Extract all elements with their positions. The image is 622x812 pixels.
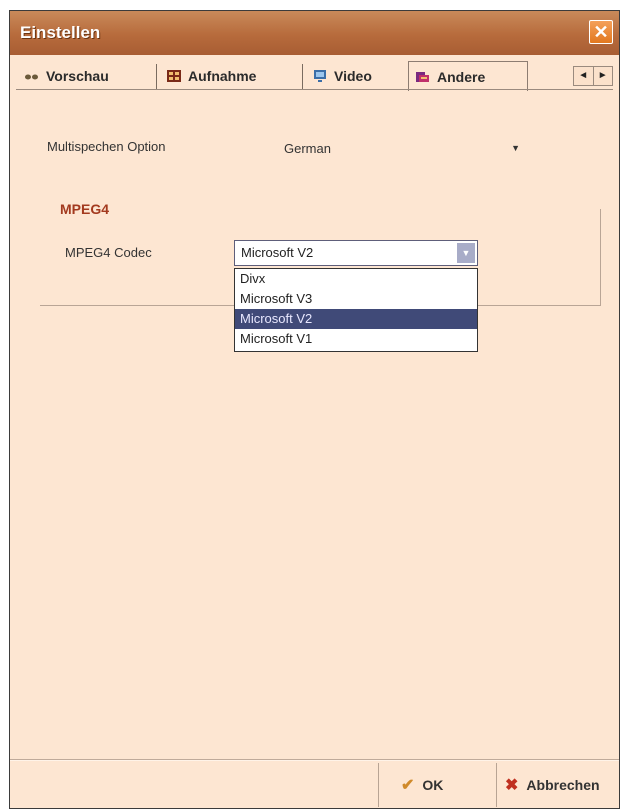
monitor-icon <box>314 70 326 82</box>
arrow-left-icon: ◄ <box>578 70 589 81</box>
dropdown-option-microsoft-v1[interactable]: Microsoft V1 <box>235 329 477 349</box>
multispeech-value: German <box>284 141 331 156</box>
tab-divider <box>302 64 303 89</box>
folder-icon <box>416 71 429 82</box>
eye-icon <box>25 74 38 80</box>
tab-video[interactable]: Video <box>306 63 378 89</box>
cancel-button-label: Abbrechen <box>526 777 600 793</box>
tab-strip-border <box>16 89 613 90</box>
cancel-button[interactable]: ✖ Abbrechen <box>496 763 621 807</box>
dropdown-option-divx[interactable]: Divx <box>235 269 477 289</box>
cross-icon: ✖ <box>505 777 519 794</box>
footer-divider-highlight <box>10 760 619 761</box>
chevron-down-icon: ▼ <box>461 248 471 258</box>
ok-button-label: OK <box>422 777 444 793</box>
ok-button[interactable]: ✔ OK <box>378 763 496 807</box>
tab-scroll-right-button[interactable]: ► <box>592 67 613 85</box>
title-bar[interactable]: Einstellen ✕ <box>10 11 619 55</box>
multispeech-select[interactable]: German ▼ <box>272 139 522 159</box>
tab-aufnahme-label: Aufnahme <box>188 68 257 84</box>
window-title: Einstellen <box>20 23 101 42</box>
dropdown-option-microsoft-v3[interactable]: Microsoft V3 <box>235 289 477 309</box>
mpeg4-codec-dropdown-list: Divx Microsoft V3 Microsoft V2 Microsoft… <box>234 268 478 352</box>
settings-dialog: Einstellen ✕ Vorschau Aufnahme Video And… <box>9 10 620 809</box>
chevron-down-icon: ▼ <box>511 143 520 153</box>
tab-vorschau[interactable]: Vorschau <box>18 63 115 89</box>
checkmark-icon: ✔ <box>401 777 415 794</box>
tab-andere-label: Andere <box>437 68 486 85</box>
tab-divider <box>156 64 157 89</box>
tab-vorschau-label: Vorschau <box>46 68 109 84</box>
close-button[interactable]: ✕ <box>589 20 613 44</box>
film-icon <box>167 70 181 82</box>
arrow-right-icon: ► <box>597 70 608 81</box>
tab-scroll-left-button[interactable]: ◄ <box>574 67 593 85</box>
multispeech-label: Multispechen Option <box>47 139 166 154</box>
dropdown-arrow-button[interactable]: ▼ <box>457 243 475 263</box>
close-icon: ✕ <box>593 22 609 42</box>
mpeg4-group-title: MPEG4 <box>60 201 110 217</box>
mpeg4-codec-label: MPEG4 Codec <box>65 245 152 260</box>
tab-video-label: Video <box>334 68 372 84</box>
mpeg4-codec-value: Microsoft V2 <box>241 245 314 260</box>
tab-andere[interactable]: Andere <box>408 61 528 91</box>
tab-aufnahme[interactable]: Aufnahme <box>160 63 262 89</box>
tab-scroll-buttons: ◄ ► <box>573 66 613 86</box>
mpeg4-codec-select[interactable]: Microsoft V2 ▼ <box>234 240 478 266</box>
dropdown-option-microsoft-v2[interactable]: Microsoft V2 <box>235 309 477 329</box>
